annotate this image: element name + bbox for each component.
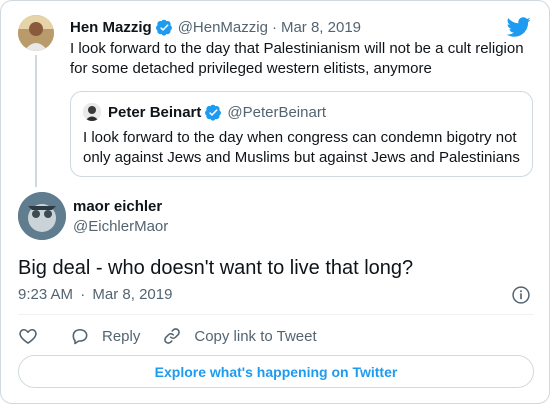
tweet-embed-card: Hen Mazzig @HenMazzig · Mar 8, 2019 I lo… xyxy=(0,0,550,404)
tweet-text: Big deal - who doesn't want to live that… xyxy=(18,257,414,279)
parent-tweet-text: I look forward to the day that Palestini… xyxy=(70,40,524,77)
verified-badge-icon xyxy=(155,19,172,36)
copy-link-label: Copy link to Tweet xyxy=(194,327,317,345)
copy-link-button[interactable]: Copy link to Tweet xyxy=(162,326,317,346)
timestamp-separator: · xyxy=(80,286,86,303)
thread-connector-line xyxy=(35,55,37,187)
avatar-peter-beinart xyxy=(83,103,101,121)
verified-badge-icon xyxy=(205,104,222,121)
author-name[interactable]: Hen Mazzig xyxy=(70,19,152,36)
tweet-date[interactable]: Mar 8, 2019 xyxy=(281,19,361,36)
actions-divider xyxy=(18,314,534,315)
quoted-tweet-header: Peter Beinart @PeterBeinart xyxy=(108,102,326,122)
avatar-image xyxy=(83,103,101,121)
reply-button[interactable]: Reply xyxy=(70,326,140,346)
tweet-actions: Reply Copy link to Tweet xyxy=(18,325,317,347)
reply-icon xyxy=(72,328,88,345)
tweet-timestamp[interactable]: 9:23 AM · Mar 8, 2019 xyxy=(18,286,172,303)
quoted-author-handle: @PeterBeinart xyxy=(227,103,326,121)
quoted-tweet[interactable]: Peter Beinart @PeterBeinart I look forwa… xyxy=(70,91,533,177)
info-icon[interactable] xyxy=(511,285,531,305)
avatar-image xyxy=(18,192,66,240)
author-handle[interactable]: @EichlerMaor xyxy=(73,218,168,235)
tweet-date: Mar 8, 2019 xyxy=(92,286,173,303)
explore-twitter-button[interactable]: Explore what's happening on Twitter xyxy=(18,355,534,388)
avatar-image xyxy=(18,15,54,51)
quoted-tweet-text: I look forward to the day when congress … xyxy=(83,129,520,166)
avatar-hen-mazzig[interactable] xyxy=(18,15,54,51)
heart-icon xyxy=(19,328,37,344)
reply-label: Reply xyxy=(102,327,141,345)
avatar-maor-eichler[interactable] xyxy=(18,192,66,240)
like-button[interactable] xyxy=(18,326,38,346)
author-handle[interactable]: @HenMazzig xyxy=(178,19,268,36)
tweet-time: 9:23 AM xyxy=(18,286,74,303)
link-icon xyxy=(164,328,181,344)
parent-tweet-header: Hen Mazzig @HenMazzig · Mar 8, 2019 xyxy=(70,17,361,37)
twitter-bird-icon[interactable] xyxy=(507,15,531,39)
quoted-author-name: Peter Beinart xyxy=(108,103,202,121)
header-separator: · xyxy=(271,18,277,36)
author-name[interactable]: maor eichler xyxy=(73,198,162,215)
